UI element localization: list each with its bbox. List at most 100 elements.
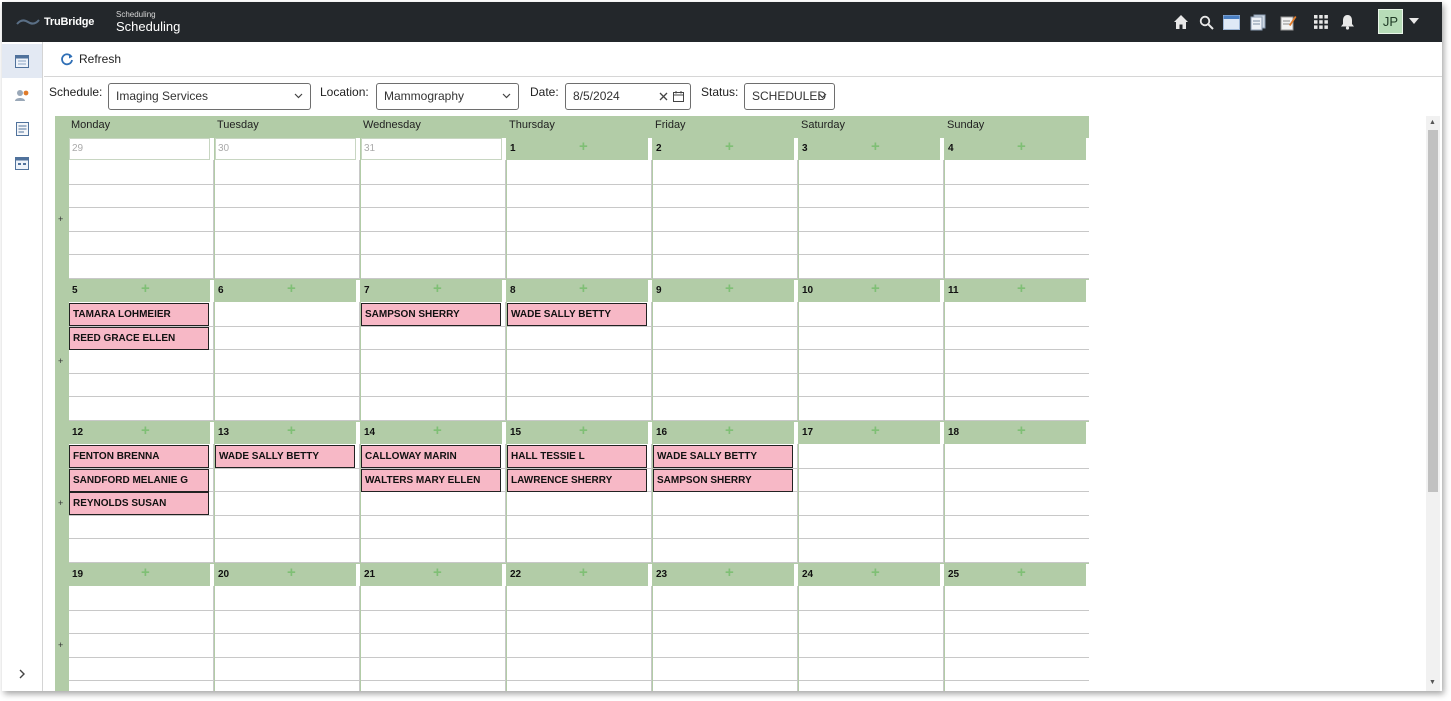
day-cell[interactable]: 17 + <box>799 422 944 563</box>
day-cell[interactable]: 13 + WADE SALLY BETTY <box>215 422 360 563</box>
bell-icon[interactable] <box>1338 13 1356 31</box>
window-icon[interactable] <box>1222 13 1240 31</box>
day-header[interactable]: 2 + <box>653 138 794 160</box>
apps-grid-icon[interactable] <box>1312 13 1330 31</box>
day-header[interactable]: 17 + <box>799 422 940 444</box>
add-appointment-icon[interactable]: + <box>141 280 150 297</box>
brand-name[interactable]: TruBridge <box>44 16 94 28</box>
day-header[interactable]: 22 + <box>507 564 648 586</box>
appointment-block[interactable]: WALTERS MARY ELLEN <box>361 469 501 492</box>
appointment-block[interactable]: CALLOWAY MARIN <box>361 445 501 468</box>
day-header[interactable]: 4 + <box>945 138 1086 160</box>
refresh-button[interactable]: Refresh <box>60 50 121 68</box>
add-appointment-icon[interactable]: + <box>871 564 880 581</box>
day-cell[interactable]: 14 + CALLOWAY MARIN WALTERS MARY ELLEN <box>361 422 506 563</box>
week-expand-button[interactable]: + <box>58 214 63 224</box>
day-cell[interactable]: 4 + <box>945 138 1089 279</box>
appointment-block[interactable]: SAMPSON SHERRY <box>653 469 793 492</box>
add-appointment-icon[interactable]: + <box>433 564 442 581</box>
add-appointment-icon[interactable]: + <box>287 422 296 439</box>
day-cell[interactable]: 31 <box>361 138 506 279</box>
sidebar-item-user-location[interactable] <box>2 78 42 112</box>
location-select[interactable]: Mammography <box>376 83 519 110</box>
add-appointment-icon[interactable]: + <box>725 422 734 439</box>
day-header[interactable]: 13 + <box>215 422 356 444</box>
vertical-scrollbar[interactable]: ▲ ▼ <box>1426 116 1440 691</box>
day-cell[interactable]: 18 + <box>945 422 1089 563</box>
day-cell[interactable]: 8 + WADE SALLY BETTY <box>507 280 652 421</box>
week-expand-button[interactable]: + <box>58 356 63 366</box>
sidebar-item-report[interactable] <box>2 112 42 146</box>
appointment-block[interactable]: REYNOLDS SUSAN <box>69 492 209 515</box>
day-header[interactable]: 20 + <box>215 564 356 586</box>
day-header[interactable]: 7 + <box>361 280 502 302</box>
add-appointment-icon[interactable]: + <box>579 422 588 439</box>
notes-icon[interactable] <box>1279 13 1297 31</box>
day-cell[interactable]: 23 + <box>653 564 798 691</box>
day-cell[interactable]: 22 + <box>507 564 652 691</box>
day-cell[interactable]: 30 <box>215 138 360 279</box>
user-avatar[interactable]: JP <box>1378 9 1403 34</box>
day-cell[interactable]: 3 + <box>799 138 944 279</box>
day-cell[interactable]: 12 + FENTON BRENNA SANDFORD MELANIE G REYNOL… <box>69 422 214 563</box>
documents-icon[interactable] <box>1249 13 1267 31</box>
day-header[interactable]: 6 + <box>215 280 356 302</box>
day-cell[interactable]: 19 + <box>69 564 214 691</box>
day-cell[interactable]: 6 + <box>215 280 360 421</box>
day-cell[interactable]: 1 + <box>507 138 652 279</box>
appointment-block[interactable]: FENTON BRENNA <box>69 445 209 468</box>
schedule-select[interactable]: Imaging Services <box>108 83 311 110</box>
appointment-block[interactable]: WADE SALLY BETTY <box>507 303 647 326</box>
add-appointment-icon[interactable]: + <box>287 564 296 581</box>
day-cell[interactable]: 2 + <box>653 138 798 279</box>
day-cell[interactable]: 20 + <box>215 564 360 691</box>
search-icon[interactable] <box>1197 13 1215 31</box>
add-appointment-icon[interactable]: + <box>579 138 588 155</box>
sidebar-expand-button[interactable] <box>2 657 42 691</box>
add-appointment-icon[interactable]: + <box>579 564 588 581</box>
day-header[interactable]: 5 + <box>69 280 210 302</box>
day-header[interactable]: 30 <box>215 138 356 160</box>
day-cell[interactable]: 21 + <box>361 564 506 691</box>
day-header[interactable]: 24 + <box>799 564 940 586</box>
day-header[interactable]: 15 + <box>507 422 648 444</box>
day-header[interactable]: 12 + <box>69 422 210 444</box>
day-header[interactable]: 29 <box>69 138 210 160</box>
day-header[interactable]: 16 + <box>653 422 794 444</box>
appointment-block[interactable]: TAMARA LOHMEIER <box>69 303 209 326</box>
day-cell[interactable]: 10 + <box>799 280 944 421</box>
day-cell[interactable]: 24 + <box>799 564 944 691</box>
add-appointment-icon[interactable]: + <box>579 280 588 297</box>
appointment-block[interactable]: LAWRENCE SHERRY <box>507 469 647 492</box>
day-header[interactable]: 31 <box>361 138 502 160</box>
day-cell[interactable]: 11 + <box>945 280 1089 421</box>
day-header[interactable]: 14 + <box>361 422 502 444</box>
chevron-down-icon[interactable] <box>1409 18 1419 25</box>
day-header[interactable]: 19 + <box>69 564 210 586</box>
add-appointment-icon[interactable]: + <box>871 280 880 297</box>
day-cell[interactable]: 9 + <box>653 280 798 421</box>
appointment-block[interactable]: HALL TESSIE L <box>507 445 647 468</box>
day-cell[interactable]: 29 <box>69 138 214 279</box>
add-appointment-icon[interactable]: + <box>141 422 150 439</box>
day-header[interactable]: 10 + <box>799 280 940 302</box>
appointment-block[interactable]: WADE SALLY BETTY <box>653 445 793 468</box>
day-header[interactable]: 25 + <box>945 564 1086 586</box>
add-appointment-icon[interactable]: + <box>1017 422 1026 439</box>
clear-icon[interactable] <box>659 92 668 101</box>
date-input[interactable]: 8/5/2024 <box>565 83 691 110</box>
day-header[interactable]: 18 + <box>945 422 1086 444</box>
day-header[interactable]: 3 + <box>799 138 940 160</box>
status-select[interactable]: SCHEDULED <box>744 83 835 110</box>
day-cell[interactable]: 25 + <box>945 564 1089 691</box>
day-cell[interactable]: 15 + HALL TESSIE L LAWRENCE SHERRY <box>507 422 652 563</box>
appointment-block[interactable]: WADE SALLY BETTY <box>215 445 355 468</box>
scroll-up-icon[interactable]: ▲ <box>1429 119 1436 126</box>
day-cell[interactable]: 7 + SAMPSON SHERRY <box>361 280 506 421</box>
add-appointment-icon[interactable]: + <box>1017 138 1026 155</box>
add-appointment-icon[interactable]: + <box>1017 564 1026 581</box>
sidebar-item-schedule[interactable] <box>2 146 42 180</box>
add-appointment-icon[interactable]: + <box>141 564 150 581</box>
add-appointment-icon[interactable]: + <box>725 280 734 297</box>
scrollbar-thumb[interactable] <box>1428 130 1438 492</box>
